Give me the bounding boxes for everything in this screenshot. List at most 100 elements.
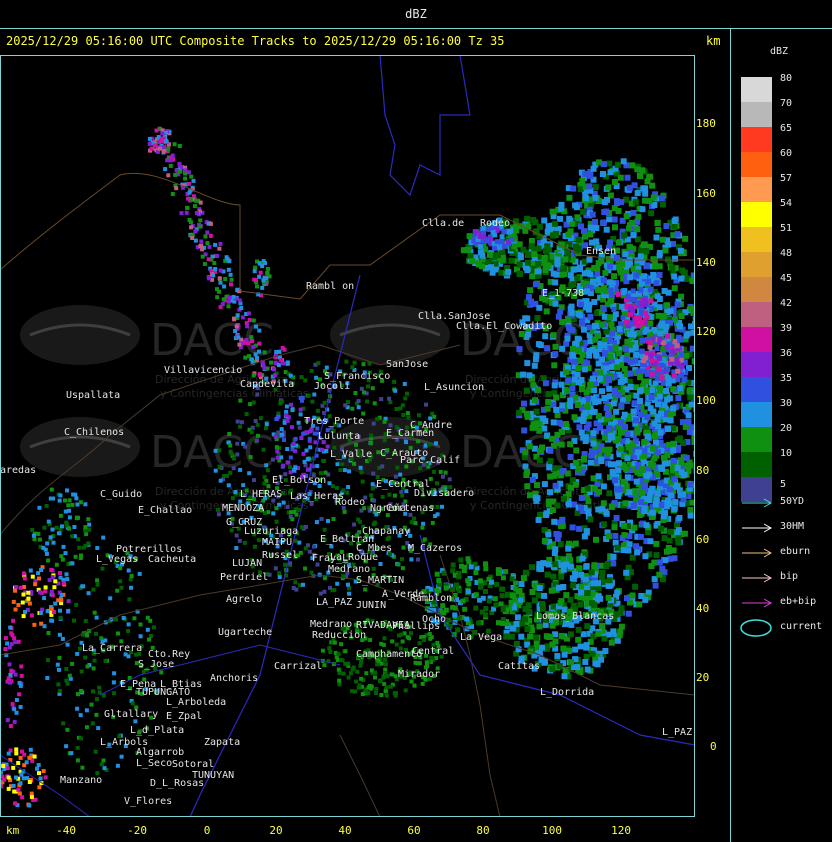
place-label: C_Guido (100, 489, 142, 500)
place-label: L_Seco (136, 758, 172, 769)
km-unit-top: km (706, 34, 721, 48)
place-label: Cortenas (386, 503, 434, 514)
place-label: Cacheuta (148, 554, 196, 565)
track-legend-label: eb+bip (780, 596, 817, 607)
legend-divider (730, 29, 731, 842)
y-tick-label: 100 (696, 394, 716, 407)
x-tick-label: 80 (476, 824, 490, 837)
place-label: Lulunta (318, 431, 360, 442)
place-label: Tres_Porte (304, 416, 364, 427)
place-label: Clla.El_Cowadito (456, 321, 552, 332)
x-tick-label: 60 (407, 824, 421, 837)
legend-level-label: 80 (780, 73, 793, 84)
x-tick-label: 100 (542, 824, 562, 837)
legend-swatch (741, 177, 772, 202)
place-label: MAIPU (262, 537, 292, 548)
radar-map[interactable]: DACCDirección de Agriculturay Contingenc… (0, 55, 695, 817)
place-label: M_Cazeros (408, 543, 462, 554)
legend-level-label: 39 (780, 323, 793, 334)
place-label: L_Valle (330, 449, 372, 460)
place-label: Ugarteche (218, 627, 272, 638)
legend-swatch (741, 277, 772, 302)
place-label: Algarrob (136, 747, 184, 758)
place-label: La Vega (460, 632, 502, 643)
place-label: LUJAN (232, 558, 262, 569)
place-label: JUNIN (356, 600, 386, 611)
place-label: C_Chilenos (64, 427, 124, 438)
track-arrow-icon (742, 523, 773, 533)
x-tick-label: 0 (203, 824, 211, 837)
place-label: Capdevila (240, 379, 294, 390)
place-label: Sotoral (172, 759, 214, 770)
place-label: E_Carmen (386, 428, 434, 439)
legend-level-label: 35 (780, 373, 793, 384)
product-subtitle: 2025/12/29 05:16:00 UTC Composite Tracks… (6, 34, 505, 48)
place-label: Anchoris (210, 673, 258, 684)
place-label: S_Jose (138, 659, 174, 670)
place-label: Central (412, 646, 454, 657)
place-label: Medrano (310, 619, 352, 630)
legend-level-label: 54 (780, 198, 793, 209)
place-label: Perdriel (220, 572, 268, 583)
x-tick-label: 120 (611, 824, 631, 837)
place-label: E_1-738 (542, 288, 584, 299)
place-label: L_PAZ (662, 727, 692, 738)
place-label: El_Bolson (272, 475, 326, 486)
track-arrow-icon (742, 548, 773, 558)
place-label: Rodeo (335, 497, 365, 508)
current-ellipse-icon (740, 619, 772, 637)
legend-swatch (741, 302, 772, 327)
track-arrow-icon (742, 498, 773, 508)
y-tick-label: 0 (710, 740, 717, 753)
legend-swatch (741, 102, 772, 127)
legend-level-label: 51 (780, 223, 793, 234)
x-tick-label: -20 (127, 824, 147, 837)
track-legend-label: bip (780, 571, 799, 582)
place-label: Mirador (398, 669, 440, 680)
track-legend-label: 50YD (780, 496, 805, 507)
y-tick-label: 80 (696, 464, 710, 477)
x-tick-label: 20 (269, 824, 283, 837)
place-label: Divisadero (414, 488, 474, 499)
km-unit-bottom: km (6, 824, 20, 837)
place-label: Villavicencio (164, 365, 242, 376)
place-label: Lomas_Blancas (536, 611, 614, 622)
place-label: Carrizal (274, 661, 322, 672)
legend-swatch (741, 402, 772, 427)
place-label: E_Zpal (166, 711, 202, 722)
place-label: Phillips (392, 621, 440, 632)
place-label: Catitas (498, 661, 540, 672)
legend-swatch (741, 427, 772, 452)
y-tick-label: 160 (696, 187, 716, 200)
place-label: Russel (262, 550, 298, 561)
place-label: La_Roque (330, 552, 378, 563)
place-label: SanJose (386, 359, 428, 370)
place-label: Medrano (328, 564, 370, 575)
place-label: Reduccion (312, 630, 366, 641)
y-tick-label: 40 (696, 602, 710, 615)
place-label: Rodeo (480, 218, 510, 229)
place-label: Rambl on (306, 281, 354, 292)
place-label: MENDOZA (222, 503, 264, 514)
legend-title: dBZ (770, 46, 789, 57)
legend-swatch (741, 452, 772, 477)
y-tick-label: 140 (696, 256, 716, 269)
y-tick-label: 180 (696, 117, 716, 130)
place-label: Ramblon (410, 593, 452, 604)
place-label: L_d_Plata (130, 725, 184, 736)
legend-swatch (741, 127, 772, 152)
place-label: D_L_Rosas (150, 778, 204, 789)
legend-swatch (741, 252, 772, 277)
place-label: L_Vegas (96, 554, 138, 565)
place-label: V_Flores (124, 796, 172, 807)
legend-swatch (741, 377, 772, 402)
place-label: L_Arboleda (166, 697, 226, 708)
y-tick-label: 60 (696, 533, 710, 546)
place-label: Agrelo (226, 594, 262, 605)
x-tick-label: -40 (56, 824, 76, 837)
legend-swatch (741, 202, 772, 227)
place-label: Parc.Calif (400, 455, 460, 466)
legend-swatch (741, 227, 772, 252)
legend-swatch (741, 152, 772, 177)
place-label: L_Dorrida (540, 687, 594, 698)
